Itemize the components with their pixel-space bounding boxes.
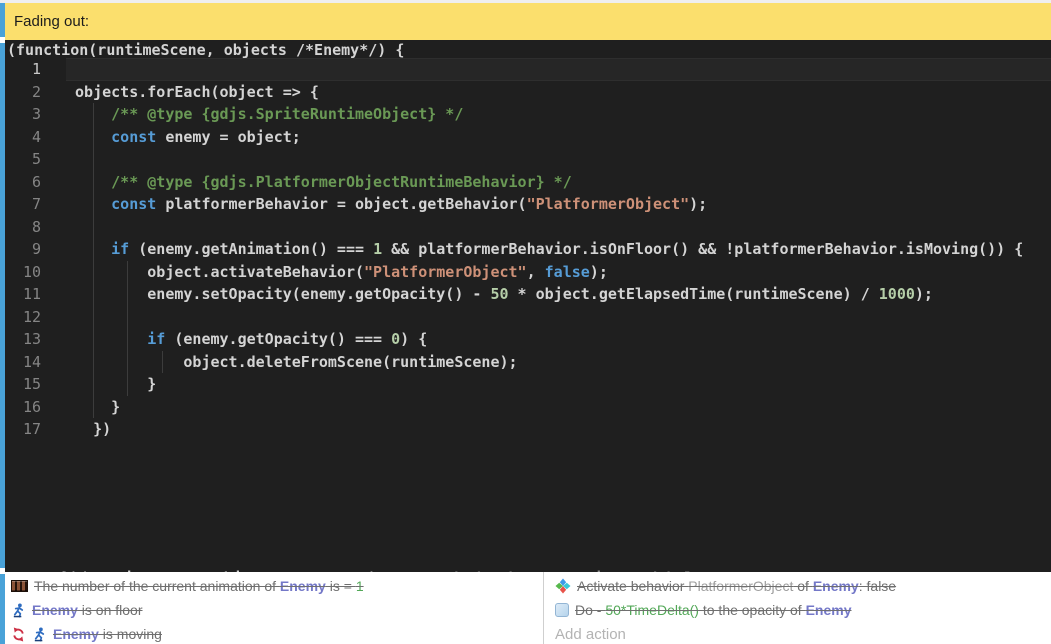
code-line-3: 3 /** @type {gdjs.SpriteRuntimeObject} *… [5, 103, 1051, 126]
code-line-11: 11 enemy.setOpacity(enemy.getOpacity() -… [5, 283, 1051, 306]
code-line-13: 13 if (enemy.getOpacity() === 0) { [5, 328, 1051, 351]
add-action-row: Add action [544, 622, 1051, 644]
behavior-icon [555, 578, 571, 594]
line-number: 11 [5, 283, 41, 306]
line-number: 8 [5, 216, 41, 239]
action-row[interactable]: Activate behavior PlatformerObject of En… [544, 574, 1051, 598]
line-number: 17 [5, 418, 41, 441]
event-conditions-actions-pane: The number of the current animation of E… [5, 572, 1051, 644]
line-code: }) [66, 418, 111, 441]
line-number: 10 [5, 261, 41, 284]
code-line-17: 17 }) [5, 418, 1051, 441]
code-line-1: 1 [5, 58, 1051, 81]
line-number: 9 [5, 238, 41, 261]
line-code: /** @type {gdjs.SpriteRuntimeObject} */ [66, 103, 463, 126]
condition-text: Enemy is on floor [32, 602, 143, 618]
code-line-16: 16 } [5, 396, 1051, 419]
code-line-7: 7 const platformerBehavior = object.getB… [5, 193, 1051, 216]
line-code: } [66, 373, 156, 396]
line-number: 14 [5, 351, 41, 374]
indent-guide [127, 261, 128, 396]
line-code: const platformerBehavior = object.getBeh… [66, 193, 707, 216]
line-code: const enemy = object; [66, 126, 301, 149]
action-text: Do - 50*TimeDelta() to the opacity of En… [575, 602, 852, 618]
action-text: Activate behavior PlatformerObject of En… [577, 578, 896, 594]
animation-frames-icon [11, 580, 28, 592]
code-line-5: 5 [5, 148, 1051, 171]
line-number: 12 [5, 306, 41, 329]
code-line-6: 6 /** @type {gdjs.PlatformerObjectRuntim… [5, 171, 1051, 194]
line-code: enemy.setOpacity(enemy.getOpacity() - 50… [66, 283, 933, 306]
code-line-4: 4 const enemy = object; [5, 126, 1051, 149]
line-number: 6 [5, 171, 41, 194]
comment-event[interactable]: Fading out: [5, 3, 1051, 40]
condition-row[interactable]: Enemy is on floor [5, 598, 543, 622]
condition-row[interactable]: Enemy is moving [5, 622, 543, 644]
condition-text: Enemy is moving [53, 626, 162, 642]
comment-event-text: Fading out: [14, 13, 89, 30]
line-number: 7 [5, 193, 41, 216]
opacity-icon [555, 603, 569, 617]
line-code: object.deleteFromScene(runtimeScene); [66, 351, 518, 374]
code-line-12: 12 [5, 306, 1051, 329]
line-code: if (enemy.getAnimation() === 1 && platfo… [66, 238, 1023, 261]
line-code: object.activateBehavior("PlatformerObjec… [66, 261, 608, 284]
line-code: /** @type {gdjs.PlatformerObjectRuntimeB… [66, 171, 572, 194]
line-number: 3 [5, 103, 41, 126]
line-number: 13 [5, 328, 41, 351]
runner-icon [11, 602, 26, 618]
code-line-8: 8 [5, 216, 1051, 239]
line-code: objects.forEach(object => { [66, 81, 319, 104]
code-line-15: 15 } [5, 373, 1051, 396]
line-number: 4 [5, 126, 41, 149]
add-action-link[interactable]: Add action [555, 626, 626, 643]
line-number: 5 [5, 148, 41, 171]
code-line-9: 9 if (enemy.getAnimation() === 1 && plat… [5, 238, 1051, 261]
line-number: 15 [5, 373, 41, 396]
line-number: 2 [5, 81, 41, 104]
line-number: 16 [5, 396, 41, 419]
code-line-10: 10 object.activateBehavior("PlatformerOb… [5, 261, 1051, 284]
runner-icon [32, 626, 47, 642]
line-code: if (enemy.getOpacity() === 0) { [66, 328, 427, 351]
condition-text: The number of the current animation of E… [34, 578, 364, 594]
js-code-editor[interactable]: (function(runtimeScene, objects /*Enemy*… [5, 40, 1051, 572]
condition-row[interactable]: The number of the current animation of E… [5, 574, 543, 598]
code-line-2: 2 objects.forEach(object => { [5, 81, 1051, 104]
conditions-column: The number of the current animation of E… [5, 574, 543, 644]
gdevelop-event-sheet: Fading out: (function(runtimeScene, obje… [0, 0, 1051, 644]
code-wrapper-footer: })(runtimeScene, objects /*Enemy*/); // … [7, 550, 702, 569]
indent-guide [93, 103, 94, 418]
actions-column: Activate behavior PlatformerObject of En… [544, 574, 1051, 644]
invert-icon [11, 627, 26, 642]
code-lines: 12 objects.forEach(object => {3 /** @typ… [5, 58, 1051, 441]
line-number: 1 [5, 58, 41, 81]
action-row[interactable]: Do - 50*TimeDelta() to the opacity of En… [544, 598, 1051, 622]
indent-guide [162, 351, 163, 374]
